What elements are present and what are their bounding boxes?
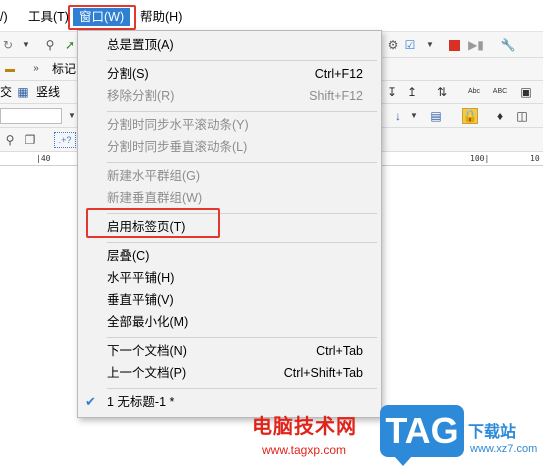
arrow-down-icon[interactable]: ↓ (390, 108, 406, 124)
menu-separator (107, 162, 377, 163)
menu-separator (107, 111, 377, 112)
properties-icon[interactable]: ◫ (514, 108, 530, 124)
menu-tools[interactable]: 工具(T) (22, 8, 75, 26)
menu-item-shortcut: Ctrl+Shift+Tab (283, 366, 363, 380)
regex-icon[interactable]: .+? (54, 132, 76, 148)
menu-item-previous-document[interactable]: 上一个文档(P) Ctrl+Shift+Tab (78, 363, 381, 383)
highlight-icon[interactable]: ▬ (2, 62, 18, 78)
menu-item-label: 下一个文档(N) (107, 344, 187, 358)
redo-icon[interactable]: ↻ (0, 37, 16, 53)
lock-icon[interactable]: 🔒 (462, 108, 478, 124)
stop-macro-icon[interactable] (446, 37, 462, 53)
ruler-tick-10: 10 (530, 154, 540, 163)
sort-desc-icon[interactable]: ↧ (384, 84, 400, 100)
menu-item-label: 分割时同步水平滚动条(Y) (107, 118, 249, 132)
toolbar-overflow-icon[interactable]: » (28, 61, 44, 77)
menu-item-label: 新建水平群组(G) (107, 169, 201, 183)
menu-item-enable-tabs[interactable]: 启用标签页(T) (78, 217, 381, 237)
find-icon[interactable]: ⚲ (42, 37, 58, 53)
checklist-dropdown-icon[interactable]: ▼ (422, 37, 438, 53)
menu-item-new-horizontal-group[interactable]: 新建水平群组(G) (78, 166, 381, 186)
settings-icon[interactable]: ⚙ (385, 37, 401, 53)
sort-numeric-icon[interactable]: ⇅ (434, 84, 450, 100)
window-menu-dropdown: 总是置顶(A) 分割(S) Ctrl+F12 移除分割(R) Shift+F12… (77, 30, 382, 418)
ruler-tick-100: 100| (470, 154, 490, 163)
menu-item-label: 1 无标题-1 * (107, 395, 175, 409)
checkmark-icon: ✔ (85, 394, 96, 409)
menu-window[interactable]: 窗口(W) (73, 8, 131, 26)
word-count-icon[interactable]: ABC (492, 84, 508, 100)
spellcheck-icon[interactable]: Abc (466, 84, 482, 100)
find-next-icon[interactable]: ➚ (62, 37, 78, 53)
arrow-down-dropdown-icon[interactable]: ▼ (406, 108, 422, 124)
menu-separator (107, 60, 377, 61)
watermark-url: www.tagxp.com (262, 443, 347, 457)
copy-doc-icon[interactable]: ❐ (22, 132, 38, 148)
sort-asc-icon[interactable]: ↥ (404, 84, 420, 100)
menu-item-shortcut: Shift+F12 (309, 89, 363, 103)
wrench-icon[interactable]: 🔧 (500, 37, 516, 53)
compare-label[interactable]: 交 (0, 84, 12, 100)
ruler-tick-40: |40 (36, 154, 51, 163)
font-select[interactable] (0, 108, 62, 124)
menu-item-next-document[interactable]: 下一个文档(N) Ctrl+Tab (78, 341, 381, 361)
column-icon[interactable]: ▦ (15, 84, 31, 100)
menu-item-cascade[interactable]: 层叠(C) (78, 246, 381, 266)
menu-separator (107, 388, 377, 389)
menu-item-label: 垂直平铺(V) (107, 293, 174, 307)
form-icon[interactable]: ▤ (428, 108, 444, 124)
menu-item-remove-split[interactable]: 移除分割(R) Shift+F12 (78, 86, 381, 106)
menu-item-tile-vertical[interactable]: 垂直平铺(V) (78, 290, 381, 310)
menu-item-shortcut: Ctrl+F12 (314, 67, 363, 81)
menu-item-new-vertical-group[interactable]: 新建垂直群组(W) (78, 188, 381, 208)
menu-item-sync-vscroll[interactable]: 分割时同步垂直滚动条(L) (78, 137, 381, 157)
menu-item-label: 层叠(C) (107, 249, 150, 263)
watermark-site-url: www.xz7.com (470, 443, 538, 455)
watermark-tag-logo: TAG (380, 405, 464, 466)
text-direction-icon[interactable]: ♦ (492, 108, 508, 124)
menu-bar: /) 工具(T) 窗口(W) 帮助(H) (0, 0, 543, 32)
menu-item-split[interactable]: 分割(S) Ctrl+F12 (78, 64, 381, 84)
menu-item-label: 全部最小化(M) (107, 315, 189, 329)
watermark-text: 电脑技术网 (252, 416, 357, 438)
redo-dropdown-icon[interactable]: ▼ (18, 37, 34, 53)
menu-item-label: 新建垂直群组(W) (107, 191, 203, 205)
menu-item-shortcut: Ctrl+Tab (316, 344, 363, 358)
menu-item-always-on-top[interactable]: 总是置顶(A) (78, 35, 381, 55)
menu-item-label: 启用标签页(T) (107, 220, 186, 234)
tab-label-biaoji[interactable]: 标记 (52, 61, 76, 77)
zoom-icon[interactable]: ⚲ (2, 132, 18, 148)
menu-separator (107, 242, 377, 243)
image-icon[interactable]: ▣ (518, 84, 534, 100)
menu-item-sync-hscroll[interactable]: 分割时同步水平滚动条(Y) (78, 115, 381, 135)
menu-item-tile-horizontal[interactable]: 水平平铺(H) (78, 268, 381, 288)
menu-item-minimize-all[interactable]: 全部最小化(M) (78, 312, 381, 332)
vertical-line-label[interactable]: 竖线 (36, 84, 60, 100)
menu-item-label: 分割(S) (107, 67, 149, 81)
menu-item-label: 分割时同步垂直滚动条(L) (107, 140, 248, 154)
play-macro-icon[interactable]: ▶▮ (468, 37, 484, 53)
menu-item-label: 水平平铺(H) (107, 271, 175, 285)
menu-separator (107, 337, 377, 338)
menu-item-document-1[interactable]: ✔ 1 无标题-1 * (78, 392, 381, 412)
checklist-icon[interactable]: ☑ (402, 37, 418, 53)
menu-view[interactable]: /) (0, 8, 14, 26)
menu-item-label: 总是置顶(A) (107, 38, 174, 52)
menu-separator (107, 213, 377, 214)
menu-item-label: 移除分割(R) (107, 89, 175, 103)
watermark-site-name: 下载站 (468, 424, 517, 441)
menu-item-label: 上一个文档(P) (107, 366, 187, 380)
menu-help[interactable]: 帮助(H) (134, 8, 188, 26)
